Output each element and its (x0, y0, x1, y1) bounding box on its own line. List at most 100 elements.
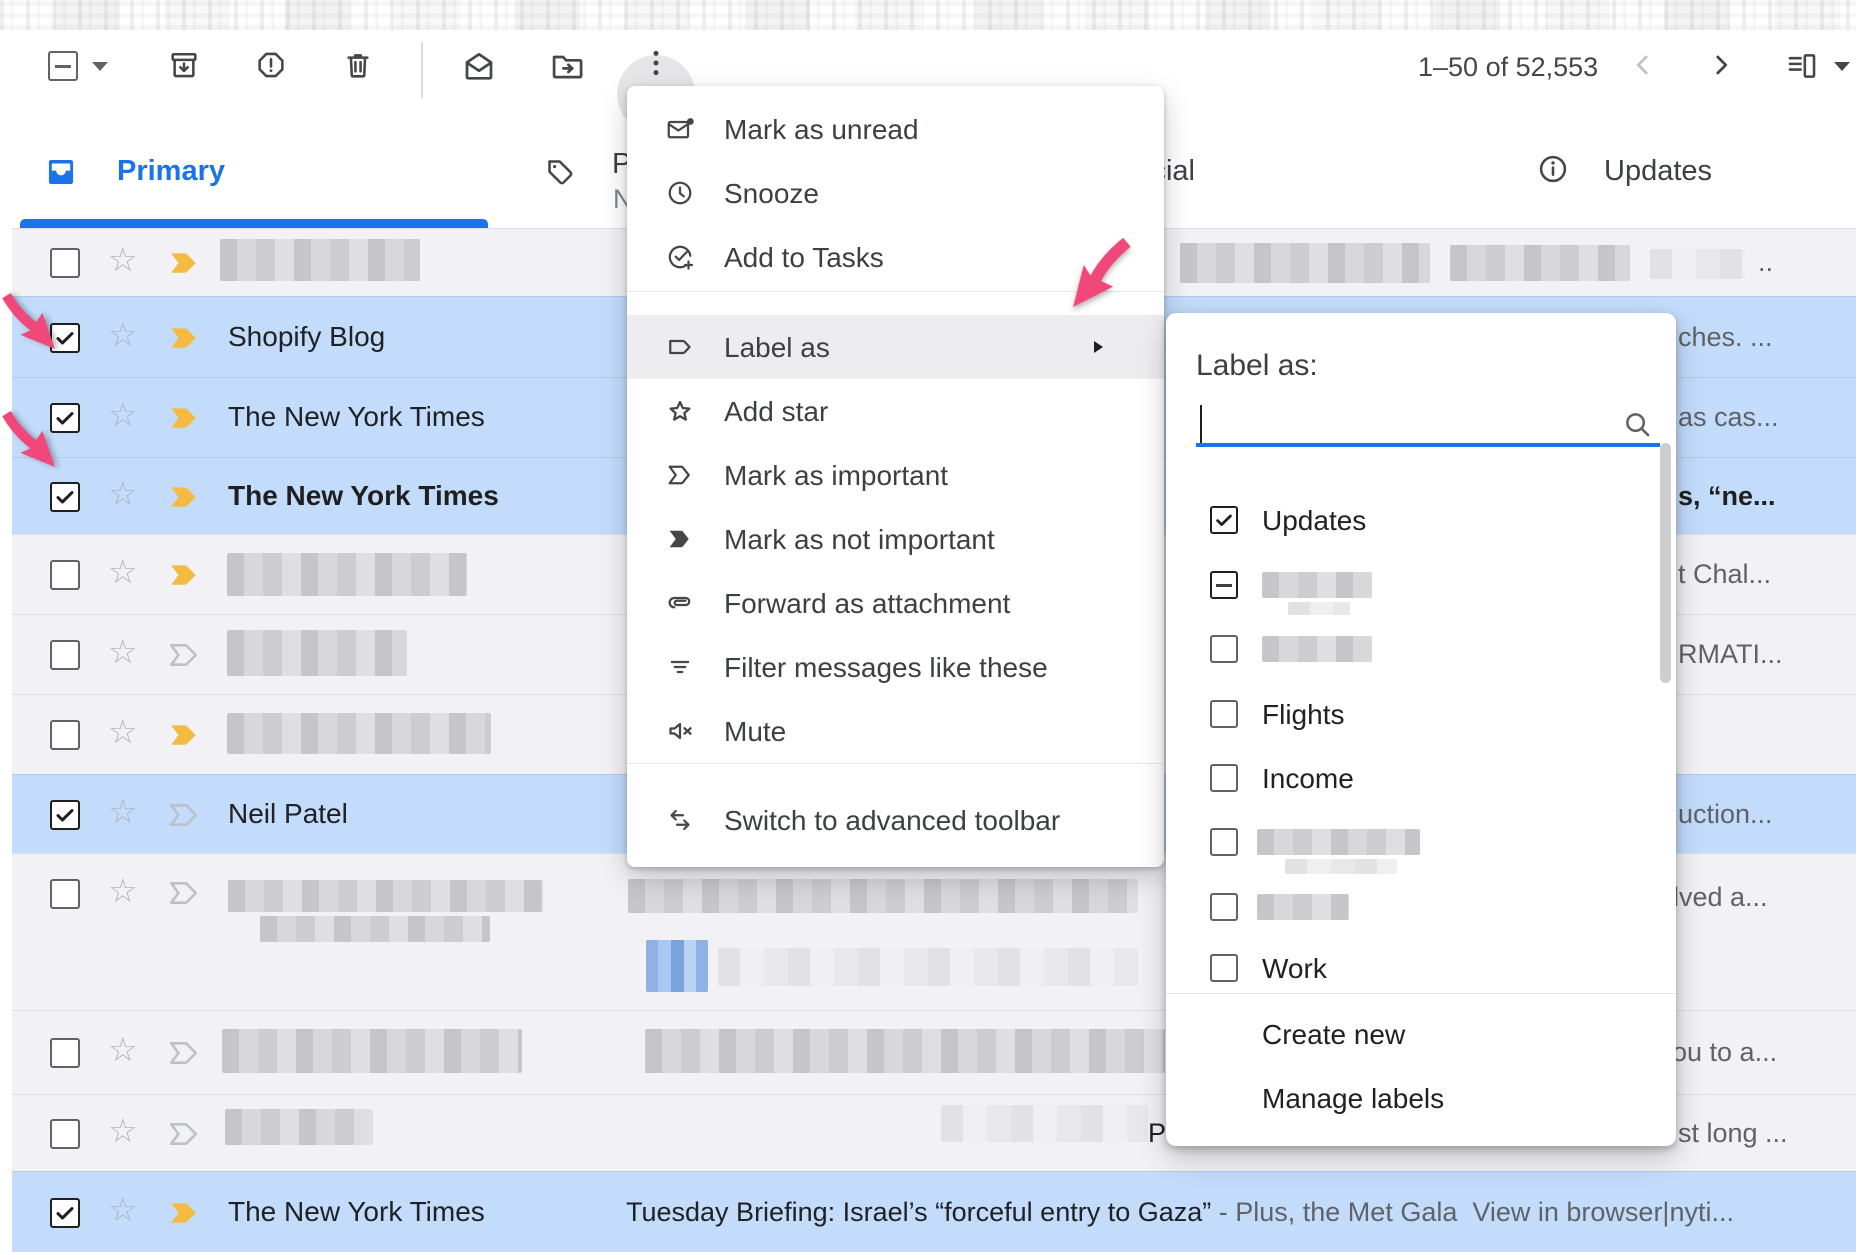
menu-item-label: Mute (724, 716, 786, 748)
label-checkbox-unchecked[interactable] (1210, 764, 1238, 792)
star-icon[interactable]: ☆ (108, 795, 138, 828)
menu-item-switch-to-advanced-toolbar[interactable]: Switch to advanced toolbar (627, 788, 1164, 852)
redacted-sender (227, 630, 407, 676)
label-as-panel: Label as: UpdatesFlightsIncomeWork Creat… (1166, 313, 1676, 1146)
row-checkbox[interactable] (50, 482, 80, 512)
menu-item-filter-messages-like-these[interactable]: Filter messages like these (627, 635, 1164, 699)
row-checkbox[interactable] (50, 1119, 80, 1149)
row-checkbox[interactable] (50, 1198, 80, 1228)
redacted-label-name (1285, 859, 1397, 874)
importance-marker-icon[interactable] (168, 1121, 199, 1147)
menu-item-mute[interactable]: Mute (627, 699, 1164, 763)
star-icon[interactable]: ☆ (108, 477, 138, 510)
move-to-button[interactable] (549, 48, 585, 84)
select-all-checkbox[interactable] (48, 51, 78, 81)
label-item-redacted[interactable] (1166, 879, 1654, 935)
star-icon[interactable]: ☆ (108, 1033, 138, 1066)
menu-separator (627, 763, 1164, 764)
menu-item-mark-as-important[interactable]: Mark as important (627, 443, 1164, 507)
add-to-tasks-icon (665, 242, 695, 272)
star-icon[interactable]: ☆ (108, 1114, 138, 1147)
label-checkbox-indeterminate[interactable] (1210, 571, 1238, 599)
row-checkbox[interactable] (50, 800, 80, 830)
menu-item-mark-as-unread[interactable]: Mark as unread (627, 97, 1164, 161)
mute-icon (665, 716, 695, 746)
label-checkbox-unchecked[interactable] (1210, 635, 1238, 663)
label-item-redacted[interactable] (1166, 557, 1654, 613)
manage-labels-action[interactable]: Manage labels (1262, 1083, 1444, 1115)
menu-item-label: Label as (724, 332, 830, 364)
importance-marker-important-icon[interactable] (168, 405, 199, 431)
row-checkbox[interactable] (50, 720, 80, 750)
more-options-button[interactable] (639, 46, 673, 80)
importance-marker-important-icon[interactable] (168, 722, 199, 748)
tab-updates-label: Updates (1604, 155, 1712, 188)
star-icon[interactable]: ☆ (108, 555, 138, 588)
importance-marker-icon[interactable] (168, 1040, 199, 1066)
label-checkbox-checked[interactable] (1210, 506, 1238, 534)
importance-marker-important-icon[interactable] (168, 325, 199, 351)
label-checkbox-unchecked[interactable] (1210, 700, 1238, 728)
create-new-label-action[interactable]: Create new (1262, 1019, 1405, 1051)
important-filled-icon (665, 524, 695, 554)
row-checkbox[interactable] (50, 879, 80, 909)
importance-marker-important-icon[interactable] (168, 1200, 199, 1226)
label-item-work[interactable]: Work (1166, 940, 1654, 996)
label-icon (665, 332, 695, 362)
menu-item-snooze[interactable]: Snooze (627, 161, 1164, 225)
report-spam-button[interactable] (254, 48, 288, 82)
select-dropdown-caret-icon[interactable] (92, 62, 108, 71)
row-checkbox[interactable] (50, 640, 80, 670)
label-item-redacted[interactable] (1166, 814, 1654, 870)
label-item-updates[interactable]: Updates (1166, 492, 1654, 548)
mark-as-read-button[interactable] (461, 48, 497, 84)
importance-marker-important-icon[interactable] (168, 250, 199, 276)
label-item-redacted[interactable] (1166, 621, 1654, 677)
star-icon[interactable]: ☆ (108, 1193, 138, 1226)
split-pane-dropdown-caret-icon[interactable] (1834, 62, 1850, 71)
tab-updates[interactable]: Updates (1500, 130, 1800, 228)
row-checkbox[interactable] (50, 560, 80, 590)
star-icon[interactable]: ☆ (108, 635, 138, 668)
star-icon[interactable]: ☆ (108, 398, 138, 431)
snippet-fragment: lved a... (1673, 882, 1768, 913)
delete-button[interactable] (341, 48, 375, 82)
redacted-content (260, 916, 490, 942)
star-icon[interactable]: ☆ (108, 243, 138, 276)
menu-item-forward-as-attachment[interactable]: Forward as attachment (627, 571, 1164, 635)
importance-marker-important-icon[interactable] (168, 562, 199, 588)
label-checkbox-unchecked[interactable] (1210, 954, 1238, 982)
label-checkbox-unchecked[interactable] (1210, 828, 1238, 856)
star-icon[interactable]: ☆ (108, 874, 138, 907)
split-pane-toggle[interactable] (1785, 49, 1819, 83)
snippet-fragment: ches. ... (1678, 322, 1773, 353)
menu-item-label: Switch to advanced toolbar (724, 805, 1060, 837)
label-item-income[interactable]: Income (1166, 750, 1654, 806)
important-outline-icon (665, 460, 695, 490)
newer-page-button[interactable] (1628, 50, 1658, 80)
email-row-12[interactable]: ☆The New York TimesTuesday Briefing: Isr… (12, 1171, 1856, 1252)
tab-primary[interactable]: Primary (20, 130, 488, 228)
archive-button[interactable] (167, 48, 201, 82)
label-name: Updates (1262, 505, 1366, 537)
importance-marker-icon[interactable] (168, 802, 199, 828)
importance-marker-icon[interactable] (168, 880, 199, 906)
row-checkbox[interactable] (50, 248, 80, 278)
label-checkbox-unchecked[interactable] (1210, 893, 1238, 921)
menu-item-mark-as-not-important[interactable]: Mark as not important (627, 507, 1164, 571)
star-icon[interactable]: ☆ (108, 715, 138, 748)
label-item-flights[interactable]: Flights (1166, 686, 1654, 742)
label-search-input[interactable] (1196, 401, 1660, 447)
menu-item-label-as[interactable]: Label as (627, 315, 1164, 379)
redacted-content (646, 940, 708, 992)
panel-scrollbar[interactable] (1660, 443, 1671, 683)
menu-item-add-star[interactable]: Add star (627, 379, 1164, 443)
redacted-sender (222, 1029, 522, 1073)
older-page-button[interactable] (1706, 50, 1736, 80)
row-checkbox[interactable] (50, 403, 80, 433)
star-icon[interactable]: ☆ (108, 318, 138, 351)
importance-marker-important-icon[interactable] (168, 484, 199, 510)
row-checkbox[interactable] (50, 1038, 80, 1068)
redacted-sender (227, 713, 491, 754)
importance-marker-icon[interactable] (168, 642, 199, 668)
